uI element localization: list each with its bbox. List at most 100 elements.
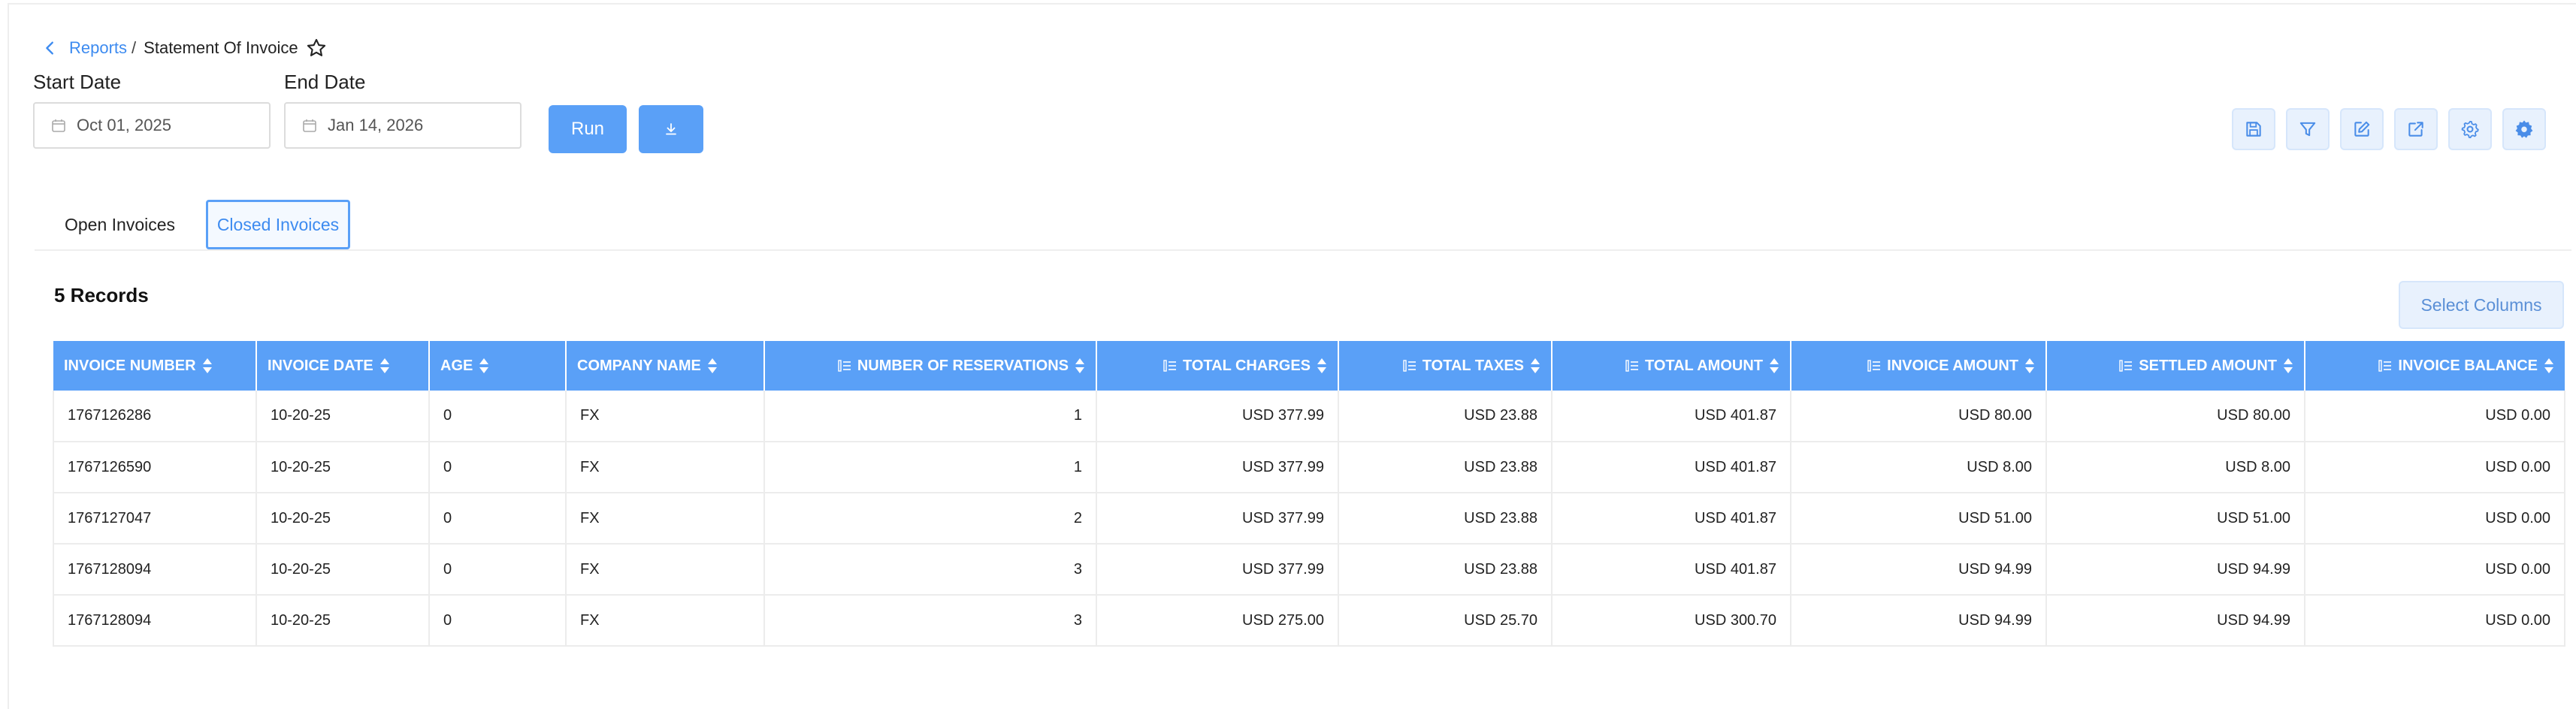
table-cell: USD 377.99: [1096, 544, 1339, 596]
download-button[interactable]: [639, 105, 703, 153]
star-icon[interactable]: [306, 37, 328, 59]
external-link-icon: [2406, 119, 2426, 139]
column-header-content: Invoice Amount: [1802, 358, 2035, 375]
column-settings-icon: [1163, 359, 1177, 373]
save-icon: [2244, 119, 2263, 139]
table-row[interactable]: 1767126590 10-20-25 0 FX 1 USD 377.99 USD 23.8…: [53, 442, 2565, 493]
save-button[interactable]: [2232, 108, 2275, 150]
table-cell: 10-20-25: [256, 544, 430, 596]
calendar-icon: [51, 118, 66, 133]
sort-icon[interactable]: [1075, 358, 1085, 374]
column-settings-icon: [1625, 359, 1639, 373]
table-cell: 1: [764, 442, 1097, 493]
table-cell: USD 80.00: [2046, 391, 2305, 442]
column-header[interactable]: Age: [429, 341, 567, 391]
table-cell: 0: [429, 493, 567, 545]
sort-icon[interactable]: [2024, 358, 2035, 374]
table-cell: USD 401.87: [1552, 442, 1791, 493]
run-button[interactable]: Run: [549, 105, 627, 153]
sort-icon[interactable]: [2283, 358, 2293, 374]
column-header-label: Invoice Number: [64, 357, 196, 374]
sort-icon[interactable]: [202, 358, 213, 374]
records-count: 5 Records: [54, 284, 149, 306]
column-header-label: Total Taxes: [1422, 357, 1524, 374]
settings-button[interactable]: [2448, 108, 2492, 150]
filter-button[interactable]: [2286, 108, 2330, 150]
column-header-label: Invoice Balance: [2398, 357, 2538, 374]
sort-icon[interactable]: [1530, 358, 1540, 374]
table-cell: 1767128094: [53, 595, 257, 647]
column-settings-icon: [838, 359, 851, 373]
column-settings-icon: [2378, 359, 2392, 373]
select-columns-button[interactable]: Select Columns: [2399, 281, 2564, 329]
table-cell: FX: [566, 595, 765, 647]
sort-icon[interactable]: [379, 358, 390, 374]
sort-icon[interactable]: [707, 358, 718, 374]
table-cell: USD 94.99: [1791, 544, 2047, 596]
column-header[interactable]: Total Charges: [1096, 341, 1339, 391]
sort-icon[interactable]: [1769, 358, 1779, 374]
open-external-button[interactable]: [2394, 108, 2438, 150]
table-cell: 2: [764, 493, 1097, 545]
column-header-content: Company Name: [577, 358, 753, 375]
column-header-content: Age: [440, 358, 555, 375]
column-header[interactable]: Invoice Date: [256, 341, 430, 391]
start-date-input[interactable]: Oct 01, 2025: [33, 102, 271, 149]
column-settings-icon: [1867, 359, 1881, 373]
table-cell: FX: [566, 544, 765, 596]
table-cell: 10-20-25: [256, 493, 430, 545]
sort-icon[interactable]: [479, 358, 489, 374]
report-page: Reports / Statement Of Invoice Start Dat…: [8, 3, 2576, 709]
column-header[interactable]: Total Amount: [1552, 341, 1791, 391]
column-header[interactable]: Invoice Balance: [2305, 341, 2565, 391]
column-header[interactable]: Invoice Number: [53, 341, 257, 391]
column-header-content: Total Amount: [1563, 358, 1779, 375]
table-row[interactable]: 1767127047 10-20-25 0 FX 2 USD 377.99 USD 23.8…: [53, 493, 2565, 545]
column-header-label: Settled Amount: [2139, 357, 2277, 374]
breadcrumb-reports-link[interactable]: Reports: [69, 38, 127, 58]
end-date-label: End Date: [284, 71, 366, 93]
column-header[interactable]: Settled Amount: [2046, 341, 2305, 391]
table-cell: USD 23.88: [1338, 493, 1553, 545]
end-date-input[interactable]: Jan 14, 2026: [284, 102, 522, 149]
table-header-row: Invoice Number Invoice Date Age Company Nam…: [53, 341, 2565, 391]
column-header-content: Settled Amount: [2057, 358, 2293, 375]
table-cell: USD 8.00: [2046, 442, 2305, 493]
table-cell: USD 8.00: [1791, 442, 2047, 493]
table-cell: USD 0.00: [2305, 442, 2565, 493]
sort-icon[interactable]: [2544, 358, 2554, 374]
table-cell: 10-20-25: [256, 595, 430, 647]
column-header[interactable]: Total Taxes: [1338, 341, 1553, 391]
table-cell: 0: [429, 544, 567, 596]
table-cell: USD 94.99: [1791, 595, 2047, 647]
table-cell: USD 0.00: [2305, 544, 2565, 596]
column-header[interactable]: Company Name: [566, 341, 765, 391]
column-header[interactable]: Number Of Reservations: [764, 341, 1097, 391]
table-row[interactable]: 1767128094 10-20-25 0 FX 3 USD 377.99 USD 23.8…: [53, 544, 2565, 596]
table-cell: 10-20-25: [256, 442, 430, 493]
chevron-left-icon[interactable]: [42, 38, 62, 58]
tab-closed-invoices[interactable]: Closed Invoices: [206, 200, 350, 249]
table-cell: 1767126590: [53, 442, 257, 493]
column-header-label: Company Name: [577, 357, 701, 374]
table-cell: USD 23.88: [1338, 391, 1553, 442]
table-row[interactable]: 1767128094 10-20-25 0 FX 3 USD 275.00 USD 25.7…: [53, 595, 2565, 647]
sort-icon[interactable]: [1317, 358, 1327, 374]
column-settings-icon: [2119, 359, 2133, 373]
table-row[interactable]: 1767126286 10-20-25 0 FX 1 USD 377.99 USD 23.8…: [53, 391, 2565, 442]
advanced-settings-button[interactable]: [2502, 108, 2546, 150]
table-cell: 1767127047: [53, 493, 257, 545]
table-cell: USD 51.00: [1791, 493, 2047, 545]
table-cell: USD 25.70: [1338, 595, 1553, 647]
column-header-content: Number Of Reservations: [776, 358, 1085, 375]
table-cell: USD 23.88: [1338, 442, 1553, 493]
column-header-content: Invoice Date: [268, 358, 418, 375]
table-cell: 0: [429, 391, 567, 442]
table-cell: USD 80.00: [1791, 391, 2047, 442]
edit-button[interactable]: [2340, 108, 2384, 150]
tab-open-invoices[interactable]: Open Invoices: [65, 200, 175, 249]
column-header[interactable]: Invoice Amount: [1791, 341, 2047, 391]
table-cell: USD 23.88: [1338, 544, 1553, 596]
invoice-table: Invoice Number Invoice Date Age Company Nam…: [53, 341, 2565, 647]
table-cell: USD 401.87: [1552, 544, 1791, 596]
